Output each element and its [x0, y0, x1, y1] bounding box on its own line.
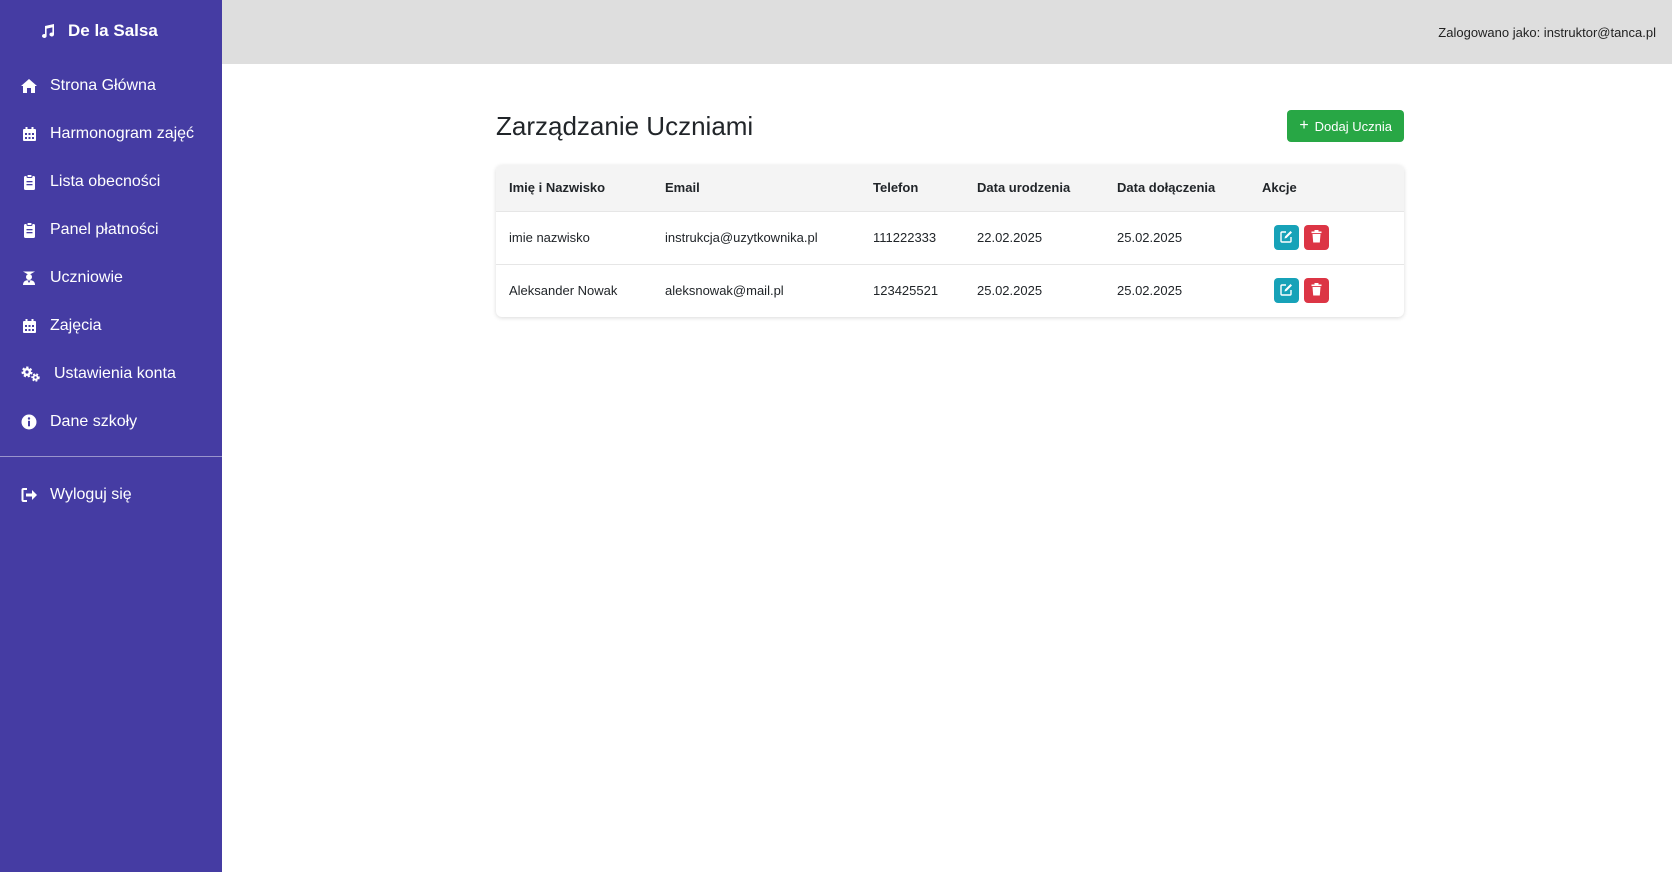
page-title: Zarządzanie Uczniami — [496, 110, 754, 141]
delete-student-button[interactable] — [1304, 278, 1329, 304]
sidebar-item-label: Panel płatności — [50, 221, 159, 238]
sidebar-item-schedule[interactable]: Harmonogram zajęć — [0, 110, 222, 158]
table-row: imie nazwisko instrukcja@uzytkownika.pl … — [496, 211, 1404, 264]
sidebar-item-attendance[interactable]: Lista obecności — [0, 158, 222, 206]
sidebar-item-label: Ustawienia konta — [54, 365, 176, 382]
students-table: Imię i Nazwisko Email Telefon Data urodz… — [496, 165, 1404, 317]
main-content: Zarządzanie Uczniami + Dodaj Ucznia Imię… — [496, 100, 1404, 317]
cell-name: imie nazwisko — [509, 230, 590, 245]
delete-student-button[interactable] — [1304, 225, 1329, 250]
table-row: Aleksander Nowak aleksnowak@mail.pl 1234… — [496, 264, 1404, 317]
sidebar-divider — [0, 456, 222, 457]
sidebar-item-label: Harmonogram zajęć — [50, 125, 195, 142]
edit-student-button[interactable] — [1274, 278, 1299, 304]
brand-name: De la Salsa — [68, 21, 158, 40]
column-header: Telefon — [873, 180, 919, 196]
sidebar-item-label: Uczniowie — [50, 269, 123, 286]
sidebar-item-account-settings[interactable]: Ustawienia konta — [0, 350, 222, 398]
table-header-row: Imię i Nazwisko Email Telefon Data urodz… — [496, 165, 1404, 211]
column-header: Data urodzenia — [977, 180, 1071, 196]
clipboard-icon — [20, 221, 38, 239]
plus-icon: + — [1299, 117, 1309, 134]
cell-birth-date: 25.02.2025 — [977, 283, 1043, 299]
sidebar-item-label: Dane szkoły — [50, 413, 138, 430]
cell-actions — [1249, 264, 1404, 317]
trash-icon — [1311, 229, 1322, 246]
cell-phone: 111222333 — [873, 230, 937, 245]
cell-join-date: 25.02.2025 — [1117, 230, 1183, 245]
cell-email: instrukcja@uzytkownika.pl — [665, 230, 818, 245]
column-header: Data dołączenia — [1117, 180, 1216, 196]
logout-label: Wyloguj się — [50, 486, 132, 503]
sidebar-item-students[interactable]: Uczniowie — [0, 254, 222, 302]
calendar-icon — [20, 317, 38, 335]
cell-phone: 123425521 — [873, 283, 939, 299]
cell-join-date: 25.02.2025 — [1117, 283, 1183, 299]
cell-name: Aleksander Nowak — [509, 283, 618, 299]
calendar-icon — [20, 125, 38, 143]
students-table-card: Imię i Nazwisko Email Telefon Data urodz… — [496, 165, 1404, 317]
music-note-icon — [40, 23, 56, 39]
brand[interactable]: De la Salsa — [0, 0, 222, 62]
add-student-label: Dodaj Ucznia — [1314, 118, 1392, 134]
gears-icon — [20, 365, 42, 383]
edit-icon — [1280, 283, 1293, 299]
sidebar-item-payments[interactable]: Panel płatności — [0, 206, 222, 254]
sidebar-nav: Strona Główna Harmonogram zajęć Lista ob… — [0, 62, 222, 446]
cell-email: aleksnowak@mail.pl — [665, 283, 784, 299]
topbar: Zalogowano jako: instruktor@tanca.pl — [222, 0, 1672, 64]
page-header: Zarządzanie Uczniami + Dodaj Ucznia — [496, 100, 1404, 152]
add-student-button[interactable]: + Dodaj Ucznia — [1287, 110, 1404, 142]
column-header: Imię i Nazwisko — [509, 180, 606, 196]
cell-birth-date: 22.02.2025 — [977, 230, 1043, 245]
sidebar-item-label: Lista obecności — [50, 173, 161, 190]
home-icon — [20, 77, 38, 95]
logged-in-user: Zalogowano jako: instruktor@tanca.pl — [1438, 24, 1656, 40]
logout-link[interactable]: Wyloguj się — [0, 471, 222, 519]
edit-icon — [1280, 230, 1293, 246]
sidebar-item-home[interactable]: Strona Główna — [0, 62, 222, 110]
column-header: Email — [665, 180, 700, 196]
column-header: Akcje — [1262, 180, 1297, 196]
sidebar-item-classes[interactable]: Zajęcia — [0, 302, 222, 350]
trash-icon — [1311, 282, 1322, 299]
info-icon — [20, 413, 38, 431]
sign-out-icon — [20, 486, 38, 504]
clipboard-icon — [20, 173, 38, 191]
sidebar-item-school-data[interactable]: Dane szkoły — [0, 398, 222, 446]
edit-student-button[interactable] — [1274, 225, 1299, 250]
graduate-icon — [20, 269, 38, 287]
sidebar-item-label: Strona Główna — [50, 77, 156, 94]
sidebar: De la Salsa Strona Główna Harmonogram za… — [0, 0, 222, 872]
sidebar-item-label: Zajęcia — [50, 317, 102, 334]
cell-actions — [1249, 211, 1404, 264]
